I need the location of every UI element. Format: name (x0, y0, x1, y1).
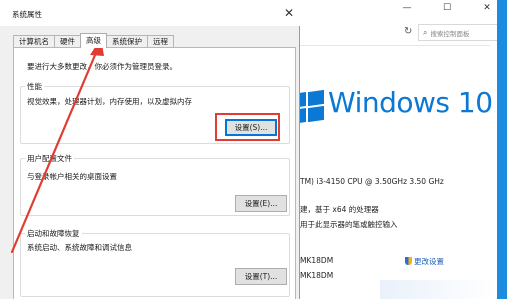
tab-system-protection[interactable]: 系统保护 (106, 35, 148, 47)
wallpaper-strip (380, 280, 497, 299)
shield-icon (405, 257, 412, 265)
startup-recovery-group-label: 启动和故障恢复 (25, 228, 82, 239)
performance-description: 视觉效果，处理器计划，内存使用，以及虚拟内存 (27, 97, 192, 106)
address-toolbar: ↻ ⌕ 搜索控制面板 (300, 22, 507, 44)
tab-strip: 计算机名 硬件 高级 系统保护 远程 (13, 33, 174, 48)
startup-recovery-group: 启动和故障恢复 系统启动、系统故障和调试信息 设置(T)... (20, 228, 290, 297)
windows-10-logo-text: Windows 10 (328, 86, 493, 119)
dialog-close-button[interactable]: ✕ (284, 6, 294, 20)
startup-recovery-description: 系统启动、系统故障和调试信息 (27, 243, 132, 252)
system-properties-dialog: 系统属性 ✕ 计算机名 硬件 高级 系统保护 远程 要进行大多数更改，你必须作为… (0, 0, 300, 299)
dialog-title: 系统属性 (12, 10, 42, 19)
tab-hardware[interactable]: 硬件 (54, 35, 81, 47)
performance-group-label: 性能 (25, 81, 44, 92)
tab-remote[interactable]: 远程 (147, 35, 174, 47)
search-placeholder: 搜索控制面板 (430, 29, 470, 38)
user-profiles-description: 与登录帐户相关的桌面设置 (27, 172, 117, 181)
search-icon: ⌕ (423, 27, 428, 37)
advanced-tab-panel: 要进行大多数更改，你必须作为管理员登录。 性能 视觉效果，处理器计划，内存使用，… (13, 47, 296, 299)
change-settings-label: 更改设置 (414, 257, 444, 266)
minimize-button[interactable]: — (387, 0, 427, 16)
window-controls: — ☐ ✕ (387, 0, 507, 16)
toolbar-divider (300, 45, 490, 46)
user-profiles-group-label: 用户配置文件 (25, 153, 74, 164)
user-profiles-settings-button[interactable]: 设置(E)... (235, 195, 287, 212)
full-computer-name-value: MK18DM (300, 271, 334, 280)
startup-recovery-settings-button[interactable]: 设置(T)... (235, 268, 287, 285)
pen-touch-value: 用于此显示器的笔或触控输入 (300, 220, 398, 229)
refresh-icon[interactable]: ↻ (404, 26, 412, 37)
change-settings-link[interactable]: 更改设置 (405, 256, 444, 267)
computer-name-value: MK18DM (300, 256, 334, 265)
user-profiles-group: 用户配置文件 与登录帐户相关的桌面设置 设置(E)... (20, 153, 290, 216)
tab-computer-name[interactable]: 计算机名 (13, 35, 55, 47)
system-type-value: 建，基于 x64 的处理器 (300, 205, 379, 214)
processor-value: TM) i3-4150 CPU @ 3.50GHz 3.50 GHz (300, 177, 444, 186)
maximize-button[interactable]: ☐ (427, 0, 467, 16)
admin-note: 要进行大多数更改，你必须作为管理员登录。 (27, 62, 177, 71)
dialog-titlebar: 系统属性 ✕ (0, 0, 300, 26)
annotation-highlight-box (215, 113, 280, 141)
search-input[interactable]: ⌕ 搜索控制面板 (418, 24, 504, 41)
tab-advanced[interactable]: 高级 (80, 33, 107, 48)
desktop-edge (497, 0, 507, 299)
